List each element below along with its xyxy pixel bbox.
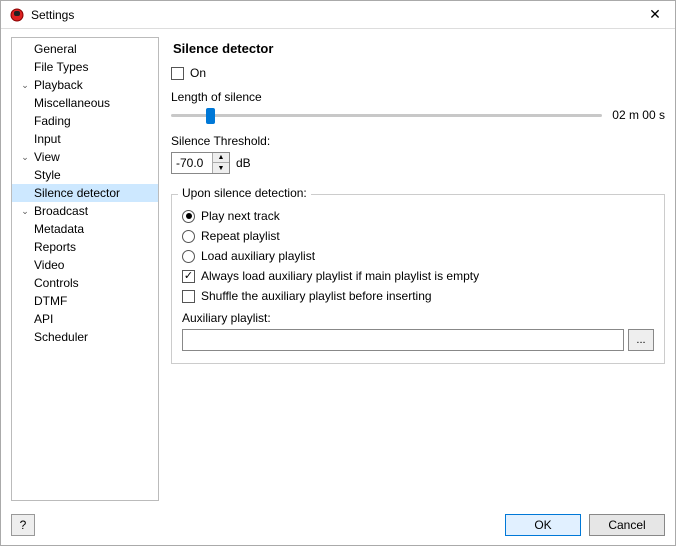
settings-tree[interactable]: GeneralFile Types⌄PlaybackMiscellaneousF… [11,37,159,501]
threshold-input[interactable] [172,153,212,173]
dialog-footer: ? OK Cancel [1,505,675,545]
radio-button[interactable] [182,230,195,243]
chevron-down-icon[interactable]: ⌄ [18,206,32,217]
length-label: Length of silence [171,90,665,104]
cancel-button[interactable]: Cancel [589,514,665,536]
tree-item-label: Fading [32,114,71,128]
chevron-down-icon[interactable]: ⌄ [18,80,32,91]
tree-item-miscellaneous[interactable]: Miscellaneous [12,94,158,112]
tree-item-label: Reports [32,240,76,254]
tree-item-file-types[interactable]: File Types [12,58,158,76]
browse-button[interactable]: ... [628,329,654,351]
window-title: Settings [31,8,643,22]
tree-item-input[interactable]: Input [12,130,158,148]
checkbox[interactable] [182,270,195,283]
tree-item-reports[interactable]: Reports [12,238,158,256]
threshold-label: Silence Threshold: [171,134,665,148]
checkbox-row[interactable]: Shuffle the auxiliary playlist before in… [182,289,654,303]
threshold-unit: dB [236,156,251,170]
content-area: GeneralFile Types⌄PlaybackMiscellaneousF… [1,29,675,505]
tree-item-metadata[interactable]: Metadata [12,220,158,238]
checkbox[interactable] [182,290,195,303]
spinner-down[interactable]: ▼ [213,163,229,173]
length-slider-row: 02 m 00 s [171,108,665,122]
tree-item-view[interactable]: ⌄View [12,148,158,166]
tree-item-controls[interactable]: Controls [12,274,158,292]
tree-item-label: Style [32,168,61,182]
group-legend: Upon silence detection: [178,186,311,200]
tree-item-broadcast[interactable]: ⌄Broadcast [12,202,158,220]
page-title: Silence detector [173,41,665,56]
tree-item-playback[interactable]: ⌄Playback [12,76,158,94]
radio-row[interactable]: Play next track [182,209,654,223]
radio-row[interactable]: Load auxiliary playlist [182,249,654,263]
radio-label: Play next track [201,209,280,223]
tree-item-label: Input [32,132,61,146]
length-value: 02 m 00 s [612,108,665,122]
aux-playlist-label: Auxiliary playlist: [182,311,654,325]
settings-window: Settings ✕ GeneralFile Types⌄PlaybackMis… [0,0,676,546]
on-checkbox-row[interactable]: On [171,66,665,80]
slider-thumb[interactable] [206,108,215,124]
tree-item-label: Broadcast [32,204,88,218]
tree-item-label: View [32,150,60,164]
checkbox-row[interactable]: Always load auxiliary playlist if main p… [182,269,654,283]
spinner-buttons: ▲ ▼ [212,153,229,173]
radio-button[interactable] [182,250,195,263]
tree-item-label: API [32,312,53,326]
on-label: On [190,66,206,80]
checkbox-label: Always load auxiliary playlist if main p… [201,269,479,283]
tree-item-label: Playback [32,78,83,92]
tree-item-label: Scheduler [32,330,88,344]
tree-item-dtmf[interactable]: DTMF [12,292,158,310]
tree-item-label: Miscellaneous [32,96,110,110]
tree-item-silence-detector[interactable]: Silence detector [12,184,158,202]
tree-item-label: File Types [32,60,88,74]
help-button[interactable]: ? [11,514,35,536]
radio-row[interactable]: Repeat playlist [182,229,654,243]
radio-label: Load auxiliary playlist [201,249,315,263]
threshold-spinner[interactable]: ▲ ▼ [171,152,230,174]
close-button[interactable]: ✕ [643,6,667,23]
app-icon [9,7,25,23]
tree-item-fading[interactable]: Fading [12,112,158,130]
on-checkbox[interactable] [171,67,184,80]
aux-playlist-input[interactable] [182,329,624,351]
tree-item-label: DTMF [32,294,67,308]
radio-button[interactable] [182,210,195,223]
ok-button[interactable]: OK [505,514,581,536]
aux-playlist-row: ... [182,329,654,351]
tree-item-label: General [32,42,77,56]
tree-item-api[interactable]: API [12,310,158,328]
spinner-up[interactable]: ▲ [213,153,229,163]
radio-label: Repeat playlist [201,229,280,243]
tree-item-label: Silence detector [32,186,120,200]
tree-item-scheduler[interactable]: Scheduler [12,328,158,346]
checkbox-label: Shuffle the auxiliary playlist before in… [201,289,432,303]
title-bar: Settings ✕ [1,1,675,29]
tree-item-label: Controls [32,276,79,290]
tree-item-style[interactable]: Style [12,166,158,184]
tree-item-general[interactable]: General [12,40,158,58]
chevron-down-icon[interactable]: ⌄ [18,152,32,163]
threshold-row: ▲ ▼ dB [171,152,665,174]
tree-item-label: Metadata [32,222,84,236]
tree-item-label: Video [32,258,64,272]
tree-item-video[interactable]: Video [12,256,158,274]
length-slider[interactable] [171,114,602,117]
settings-page: Silence detector On Length of silence 02… [171,37,665,501]
detection-groupbox: Upon silence detection: Play next trackR… [171,194,665,364]
